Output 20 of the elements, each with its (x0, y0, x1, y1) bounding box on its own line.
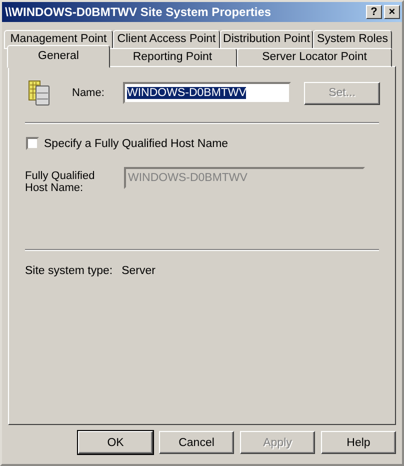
server-icon (28, 80, 50, 106)
dialog-button[interactable]: OK (78, 431, 153, 454)
name-field[interactable]: WINDOWS-D0BMTWV (123, 82, 291, 104)
window-title: \\WINDOWS-D0BMTWV Site System Properties (5, 5, 272, 19)
tab[interactable]: Distribution Point (220, 30, 313, 49)
host-name-label: Fully Qualified Host Name: (25, 170, 95, 194)
help-button[interactable]: ? (366, 5, 382, 19)
close-button[interactable]: × (384, 5, 400, 19)
site-type-label: Site system type: (25, 265, 113, 277)
tab[interactable]: System Roles (313, 30, 392, 49)
checkbox-label[interactable]: Specify a Fully Qualified Host Name (44, 138, 228, 150)
name-label: Name: (72, 87, 106, 99)
dialog-button[interactable]: Cancel (159, 431, 234, 454)
tab[interactable]: Server Locator Point (237, 48, 392, 67)
site-type-value: Server (122, 265, 156, 277)
tab[interactable]: Client Access Point (113, 30, 220, 49)
checkbox[interactable] (26, 137, 39, 150)
tab[interactable]: General (7, 45, 110, 68)
tab[interactable]: Reporting Point (108, 48, 237, 67)
dialog-button[interactable]: Help (321, 431, 396, 454)
